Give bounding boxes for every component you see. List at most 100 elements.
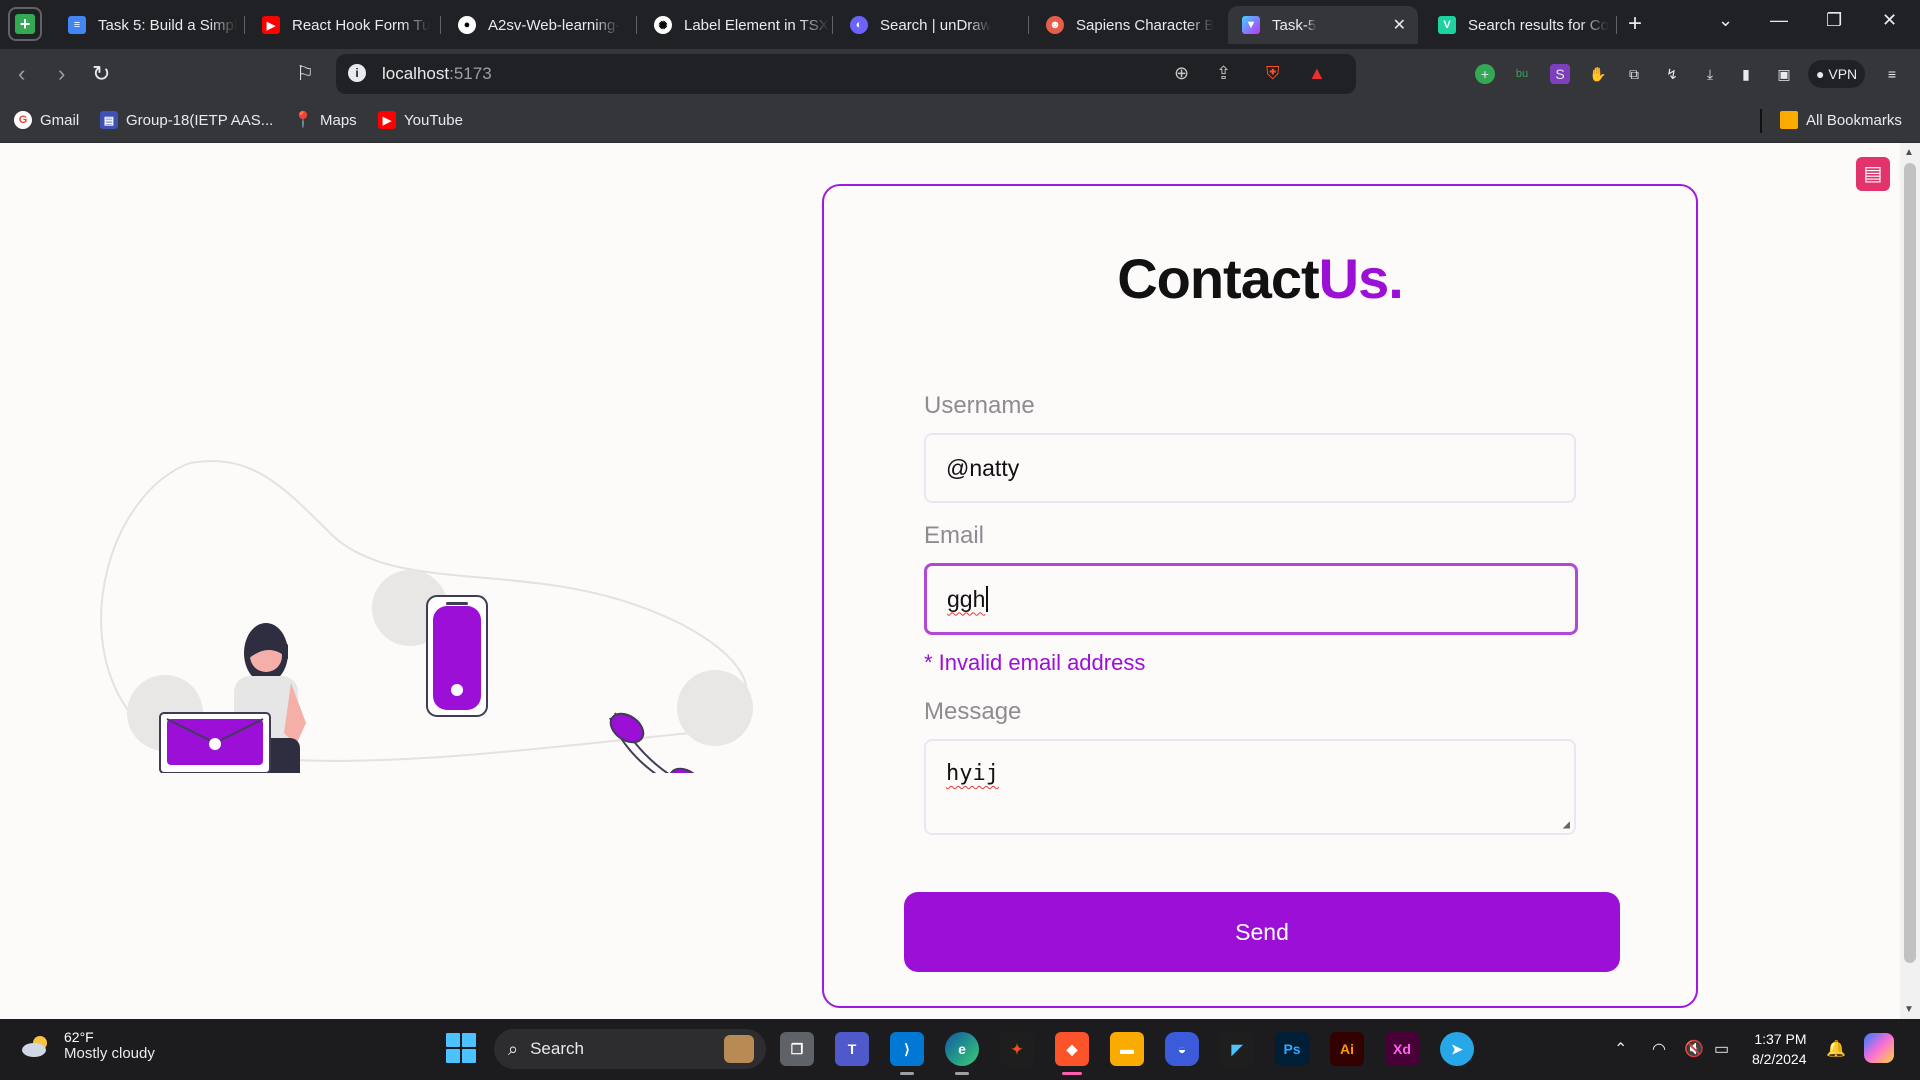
tab-search-chevron-icon[interactable]: ⌄ xyxy=(1718,10,1733,31)
task-view-icon[interactable]: ❐ xyxy=(780,1032,814,1066)
brave-rewards-icon[interactable]: ▲ xyxy=(1308,63,1326,84)
github-icon: ● xyxy=(458,16,476,34)
send-button[interactable]: Send xyxy=(904,892,1620,972)
sapiens-icon: ☻ xyxy=(1046,16,1064,34)
folder-icon xyxy=(1780,111,1798,129)
scroll-down-icon[interactable]: ▼ xyxy=(1904,1004,1914,1015)
bookmarks-bar: G Gmail ▤ Group-18(IETP AAS... 📍 Maps ▶ … xyxy=(0,99,1920,143)
search-icon: ⌕ xyxy=(508,1038,519,1059)
extension-hand-icon[interactable]: ✋ xyxy=(1588,64,1608,84)
bookmark-group18[interactable]: ▤ Group-18(IETP AAS... xyxy=(100,111,273,129)
browser-toolbar: ‹ › ↻ ⚐ i localhost:5173 ⊕ ⇪ ⛨ ▲ + bu S … xyxy=(0,49,1920,99)
clipboard-extension-icon[interactable]: ▤ xyxy=(1856,157,1890,191)
tab-6[interactable]: ☻ Sapiens Character B xyxy=(1032,6,1222,44)
back-icon[interactable]: ‹ xyxy=(18,61,25,87)
illustrator-icon[interactable]: Ai xyxy=(1330,1032,1364,1066)
plus-icon: + xyxy=(15,14,35,34)
bookmark-label: Maps xyxy=(320,111,357,129)
maps-icon: 📍 xyxy=(293,112,313,129)
menu-icon[interactable]: ≡ xyxy=(1882,64,1902,84)
app-icon[interactable]: ◒ xyxy=(1165,1032,1199,1066)
url-text[interactable]: localhost:5173 xyxy=(382,64,492,84)
bookmark-label: Gmail xyxy=(40,111,80,129)
site-info-icon[interactable]: i xyxy=(348,64,366,82)
sheets-app-button[interactable]: + xyxy=(8,7,42,41)
bookmark-label: Group-18(IETP AAS... xyxy=(126,111,274,129)
bookmark-gmail[interactable]: G Gmail xyxy=(14,111,79,129)
page-title: ContactUs. xyxy=(1117,247,1404,310)
tab-active[interactable]: ▼ Task-5 ✕ xyxy=(1228,6,1418,44)
windows-taskbar: 62°F Mostly cloudy ⌕ Search ❐ T ⟩ e ✦ ◆ … xyxy=(0,1019,1920,1080)
google-icon: G xyxy=(14,111,32,129)
brave-icon[interactable]: ◆ xyxy=(1055,1032,1089,1075)
tray-chevron-up-icon[interactable]: ⌃ xyxy=(1614,1039,1627,1059)
brave-shields-icon[interactable]: ⛨ xyxy=(1266,63,1280,84)
teams-icon[interactable]: T xyxy=(835,1032,869,1066)
download-icon[interactable]: ⤓ xyxy=(1700,64,1720,84)
tab-label: Task 5: Build a Simpl xyxy=(98,16,238,34)
cloud-icon xyxy=(22,1035,47,1057)
all-bookmarks[interactable]: All Bookmarks xyxy=(1780,111,1902,129)
framer-icon[interactable]: ◤ xyxy=(1220,1032,1254,1066)
sidebar-icon[interactable]: ▮ xyxy=(1736,64,1756,84)
battery-icon[interactable]: ▭ xyxy=(1714,1039,1729,1059)
clock-date: 8/2/2024 xyxy=(1752,1051,1807,1067)
bookmark-maps[interactable]: 📍 Maps xyxy=(293,111,357,130)
username-label: Username xyxy=(924,392,1035,419)
tab-3[interactable]: ● A2sv-Web-learning- xyxy=(444,6,634,44)
extension-add-icon[interactable]: + xyxy=(1475,64,1495,84)
tab-2[interactable]: ▶ React Hook Form Tu xyxy=(248,6,438,44)
tab-4[interactable]: ✺ Label Element in TSX xyxy=(640,6,830,44)
copilot-icon[interactable] xyxy=(1864,1033,1894,1063)
tab-5[interactable]: ◐ Search | unDraw xyxy=(836,6,1026,44)
telegram-icon[interactable]: ➤ xyxy=(1440,1032,1474,1066)
email-error-message: * Invalid email address xyxy=(924,650,1146,675)
new-tab-icon[interactable]: + xyxy=(1628,10,1642,38)
resize-handle-icon[interactable]: ◢ xyxy=(1563,817,1570,831)
extensions-puzzle-icon[interactable]: ⧉ xyxy=(1624,64,1644,84)
xd-icon[interactable]: Xd xyxy=(1385,1032,1419,1066)
username-input[interactable]: @natty xyxy=(924,433,1576,503)
file-explorer-icon[interactable]: ▬ xyxy=(1110,1032,1144,1066)
message-textarea[interactable]: hyij ◢ xyxy=(924,739,1576,835)
tab-1[interactable]: ≡ Task 5: Build a Simpl xyxy=(54,6,244,44)
windows-start-icon[interactable] xyxy=(446,1033,476,1063)
tab-8[interactable]: V Search results for Co xyxy=(1424,6,1614,44)
wifi-icon[interactable]: ◠ xyxy=(1652,1039,1666,1059)
notification-bell-icon[interactable]: 🔔 xyxy=(1826,1039,1846,1059)
forward-icon[interactable]: › xyxy=(58,61,65,87)
volume-muted-icon[interactable]: 🔇 xyxy=(1684,1039,1704,1059)
tab-label: Sapiens Character B xyxy=(1076,16,1215,34)
vscode-icon[interactable]: ⟩ xyxy=(890,1032,924,1075)
share-icon[interactable]: ⇪ xyxy=(1216,63,1231,84)
edge-icon[interactable]: e xyxy=(945,1032,979,1075)
close-icon[interactable]: ✕ xyxy=(1393,15,1406,35)
vpn-button[interactable]: ● VPN xyxy=(1808,60,1866,88)
extension-s-icon[interactable]: S xyxy=(1550,64,1570,84)
bookmark-youtube[interactable]: ▶ YouTube xyxy=(378,111,463,129)
bookmark-icon[interactable]: ⚐ xyxy=(296,61,314,86)
wallet-icon[interactable]: ▣ xyxy=(1774,64,1794,84)
page-scrollbar[interactable]: ▲ ▼ xyxy=(1900,143,1920,1019)
zoom-icon[interactable]: ⊕ xyxy=(1174,63,1189,84)
email-input[interactable]: ggh xyxy=(924,563,1578,635)
bookmark-label: YouTube xyxy=(404,111,463,129)
extension-leo-icon[interactable]: ↯ xyxy=(1662,64,1682,84)
restore-icon[interactable]: ❐ xyxy=(1826,10,1842,31)
reload-icon[interactable]: ↻ xyxy=(92,61,110,87)
tab-label: Search | unDraw xyxy=(880,16,992,34)
figma-icon[interactable]: ✦ xyxy=(1000,1032,1034,1066)
clock[interactable]: 1:37 PM 8/2/2024 xyxy=(1752,1029,1807,1069)
scrollbar-thumb[interactable] xyxy=(1904,163,1916,963)
scroll-up-icon[interactable]: ▲ xyxy=(1904,147,1914,158)
window-close-icon[interactable]: ✕ xyxy=(1882,10,1897,31)
contact-illustration xyxy=(100,460,753,773)
tab-label: Label Element in TSX xyxy=(684,16,829,34)
minimize-icon[interactable]: — xyxy=(1770,10,1788,31)
taskbar-search[interactable]: ⌕ Search xyxy=(494,1029,766,1069)
chatgpt-icon: ✺ xyxy=(654,16,672,34)
extension-bu-icon[interactable]: bu xyxy=(1512,64,1532,84)
address-bar[interactable]: i localhost:5173 ⊕ ⇪ ⛨ ▲ xyxy=(336,54,1356,94)
photoshop-icon[interactable]: Ps xyxy=(1275,1032,1309,1066)
weather-widget[interactable]: 62°F Mostly cloudy xyxy=(20,1029,155,1062)
